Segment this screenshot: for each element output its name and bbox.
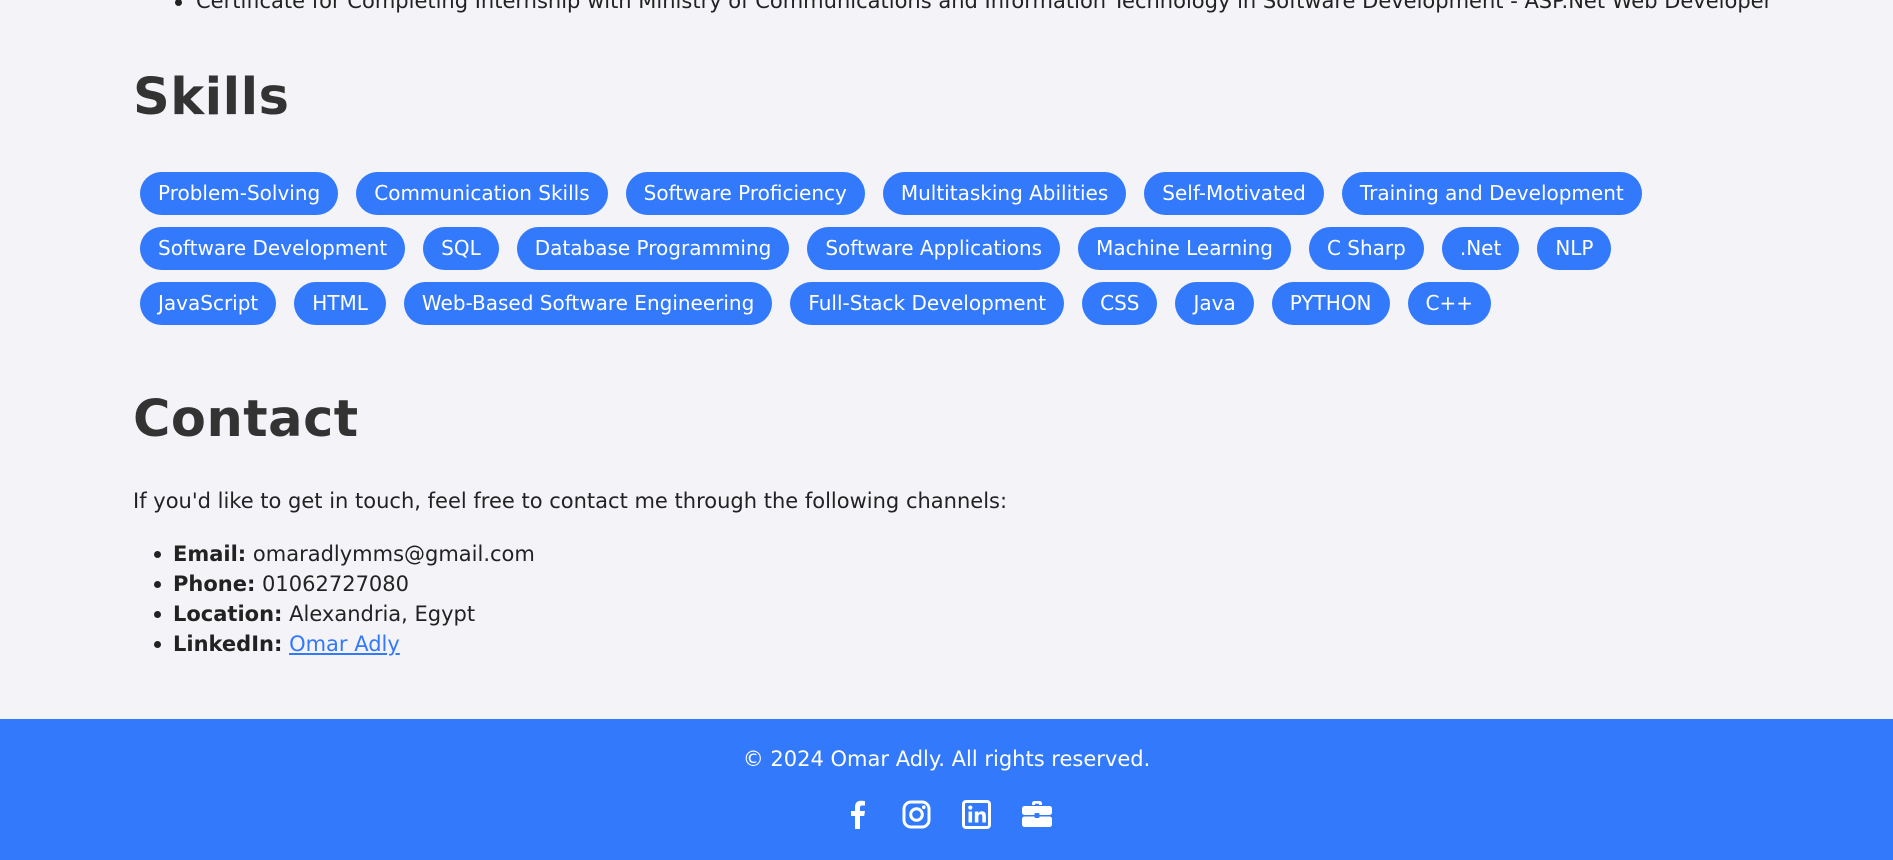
previous-section-last-item: Certificate for Completing Internship wi… <box>175 0 1772 13</box>
skill-tag: Java <box>1175 282 1254 325</box>
site-footer: © 2024 Omar Adly. All rights reserved. <box>0 719 1893 860</box>
copyright-text: © 2024 Omar Adly. All rights reserved. <box>742 747 1151 771</box>
email-value: omaradlymms@gmail.com <box>252 542 535 566</box>
skill-tag: Software Development <box>140 227 406 270</box>
briefcase-icon[interactable] <box>1021 798 1053 830</box>
social-links <box>0 798 1893 830</box>
skill-tag: Full-Stack Development <box>790 282 1065 325</box>
location-label: Location: <box>173 602 283 626</box>
phone-label: Phone: <box>173 572 256 596</box>
skill-tag: Training and Development <box>1341 172 1642 215</box>
contact-item-linkedin: LinkedIn: Omar Adly <box>154 629 535 659</box>
contact-heading: Contact <box>133 390 359 449</box>
linkedin-icon[interactable] <box>961 798 993 830</box>
skill-tag: SQL <box>423 227 499 270</box>
skills-list: Problem-Solving Communication Skills Sof… <box>140 172 1740 325</box>
skill-tag: Self-Motivated <box>1144 172 1324 215</box>
skill-tag: Machine Learning <box>1078 227 1291 270</box>
skill-tag: NLP <box>1537 227 1612 270</box>
contact-intro: If you'd like to get in touch, feel free… <box>133 489 1008 513</box>
skill-tag: Database Programming <box>516 227 790 270</box>
skill-tag: CSS <box>1082 282 1158 325</box>
contact-list: Email: omaradlymms@gmail.com Phone: 0106… <box>154 539 535 659</box>
skill-tag: C Sharp <box>1308 227 1424 270</box>
skill-tag: Software Proficiency <box>625 172 865 215</box>
skill-tag: C++ <box>1407 282 1491 325</box>
skill-tag: .Net <box>1441 227 1520 270</box>
certificate-text: Certificate for Completing Internship wi… <box>196 0 1773 13</box>
linkedin-label: LinkedIn: <box>173 632 283 656</box>
email-label: Email: <box>173 542 247 566</box>
skill-tag: PYTHON <box>1271 282 1390 325</box>
skill-tag: Multitasking Abilities <box>882 172 1127 215</box>
location-value: Alexandria, Egypt <box>289 602 476 626</box>
skill-tag: Web-Based Software Engineering <box>403 282 773 325</box>
contact-item-email: Email: omaradlymms@gmail.com <box>154 539 535 569</box>
skill-tag: Software Applications <box>807 227 1061 270</box>
instagram-icon[interactable] <box>901 798 933 830</box>
contact-item-location: Location: Alexandria, Egypt <box>154 599 535 629</box>
phone-value: 01062727080 <box>262 572 410 596</box>
linkedin-link[interactable]: Omar Adly <box>289 632 400 656</box>
skill-tag: JavaScript <box>140 282 277 325</box>
skill-tag: Communication Skills <box>356 172 608 215</box>
page: Certificate for Completing Internship wi… <box>0 0 1893 860</box>
skills-heading: Skills <box>133 68 290 127</box>
facebook-icon[interactable] <box>841 798 873 830</box>
skill-tag: HTML <box>294 282 386 325</box>
skill-tag: Problem-Solving <box>140 172 339 215</box>
contact-item-phone: Phone: 01062727080 <box>154 569 535 599</box>
list-bullet <box>175 0 182 6</box>
